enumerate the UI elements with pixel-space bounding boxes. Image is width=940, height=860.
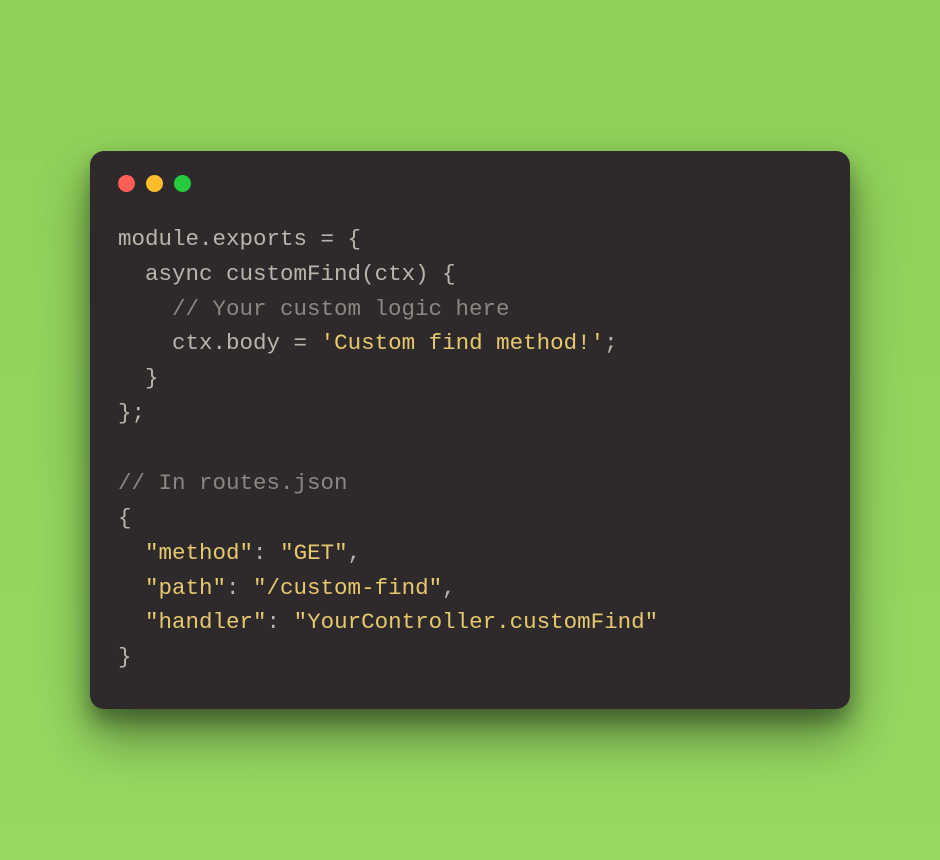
token: : bbox=[267, 609, 294, 635]
json-value: "YourController.customFind" bbox=[294, 609, 659, 635]
token: async bbox=[118, 261, 226, 287]
token bbox=[118, 609, 145, 635]
token: , bbox=[442, 575, 456, 601]
token: body bbox=[226, 330, 280, 356]
json-value: "/custom-find" bbox=[253, 575, 442, 601]
token: . bbox=[199, 226, 213, 252]
close-icon[interactable] bbox=[118, 175, 135, 192]
json-key: "handler" bbox=[145, 609, 267, 635]
code-block: module.exports = { async customFind(ctx)… bbox=[118, 222, 822, 675]
token: ; bbox=[604, 330, 618, 356]
zoom-icon[interactable] bbox=[174, 175, 191, 192]
json-value: "GET" bbox=[280, 540, 348, 566]
token: . bbox=[213, 330, 227, 356]
token: }; bbox=[118, 400, 145, 426]
string: 'Custom find method!' bbox=[321, 330, 605, 356]
token: } bbox=[118, 365, 159, 391]
token: = bbox=[280, 330, 321, 356]
token: exports bbox=[213, 226, 308, 252]
token: customFind bbox=[226, 261, 361, 287]
comment: // In routes.json bbox=[118, 470, 348, 496]
token bbox=[118, 540, 145, 566]
token: (ctx) { bbox=[361, 261, 456, 287]
token: = { bbox=[307, 226, 361, 252]
code-window: module.exports = { async customFind(ctx)… bbox=[90, 151, 850, 709]
json-key: "path" bbox=[145, 575, 226, 601]
token: : bbox=[253, 540, 280, 566]
minimize-icon[interactable] bbox=[146, 175, 163, 192]
token: , bbox=[348, 540, 362, 566]
token: module bbox=[118, 226, 199, 252]
token: } bbox=[118, 644, 132, 670]
token: : bbox=[226, 575, 253, 601]
token bbox=[118, 575, 145, 601]
comment: // Your custom logic here bbox=[118, 296, 510, 322]
token: { bbox=[118, 505, 132, 531]
traffic-lights bbox=[118, 175, 822, 192]
json-key: "method" bbox=[145, 540, 253, 566]
token: ctx bbox=[118, 330, 213, 356]
